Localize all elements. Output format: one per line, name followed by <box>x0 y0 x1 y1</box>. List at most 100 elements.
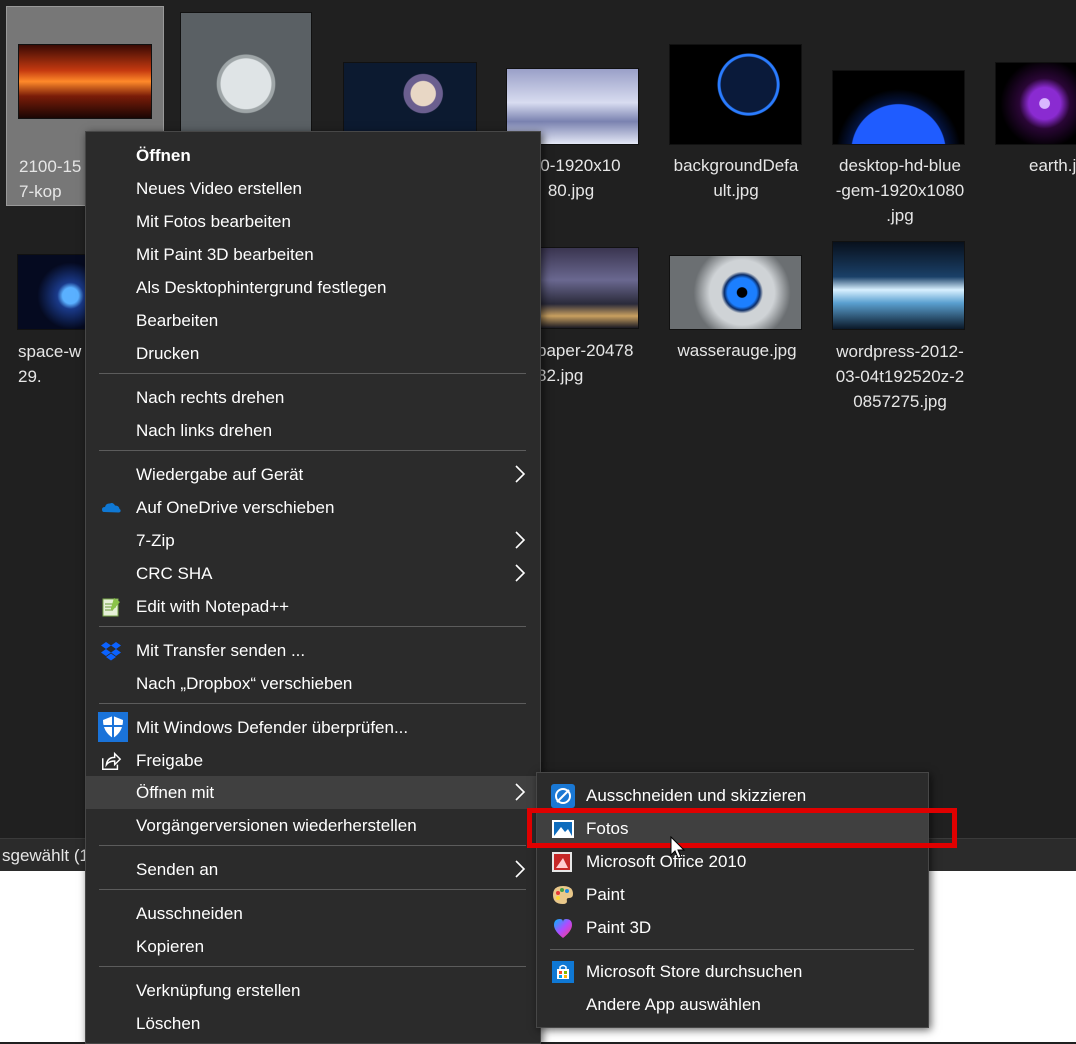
menu-item-label: Vorgängerversionen wiederherstellen <box>136 816 417 835</box>
menu-item-share[interactable]: Freigabe <box>86 744 540 777</box>
chevron-right-icon <box>515 465 526 483</box>
submenu-item-paint3d[interactable]: Paint 3D <box>537 911 928 944</box>
file-name: wasserauge.jpg <box>677 341 797 360</box>
file-name: wordpress-2012- 03-04t192520z-2 0857275.… <box>835 342 965 411</box>
menu-item-edit[interactable]: Bearbeiten <box>86 304 540 337</box>
menu-item-label: Wiedergabe auf Gerät <box>136 465 304 484</box>
menu-item-label: Drucken <box>136 344 200 363</box>
office-picture-manager-icon <box>552 852 572 872</box>
menu-item-new-video[interactable]: Neues Video erstellen <box>86 172 540 205</box>
menu-item-label: Ausschneiden <box>136 904 243 923</box>
submenu-item-label: Paint <box>586 885 625 904</box>
file-thumbnail <box>540 247 639 329</box>
menu-item-label: Bearbeiten <box>136 311 219 330</box>
submenu-item-label: Paint 3D <box>586 918 652 937</box>
file-thumbnail <box>832 70 965 145</box>
menu-item-label: Auf OneDrive verschieben <box>136 498 335 517</box>
context-menu: Öffnen Neues Video erstellen Mit Fotos b… <box>85 131 541 1044</box>
menu-item-label: Öffnen <box>136 146 191 165</box>
menu-item-label: Nach links drehen <box>136 421 273 440</box>
submenu-item-office-2010[interactable]: Microsoft Office 2010 <box>537 845 928 878</box>
menu-item-open-with[interactable]: Öffnen mit <box>86 776 540 809</box>
chevron-right-icon <box>515 860 526 878</box>
file-thumbnail <box>17 254 89 330</box>
file-tile[interactable]: paper-20478 82.jpg <box>537 247 690 392</box>
file-tile[interactable]: wasserauge.jpg <box>669 255 819 395</box>
menu-item-set-desktop-background[interactable]: Als Desktophintergrund festlegen <box>86 271 540 304</box>
menu-item-copy[interactable]: Kopieren <box>86 930 540 963</box>
menu-item-cast-to-device[interactable]: Wiedergabe auf Gerät <box>86 458 540 491</box>
menu-item-move-to-onedrive[interactable]: Auf OneDrive verschieben <box>86 491 540 524</box>
file-thumbnail <box>18 44 152 119</box>
defender-shield-icon <box>98 712 128 742</box>
menu-item-label: Mit Fotos bearbeiten <box>136 212 291 231</box>
submenu-item-paint[interactable]: Paint <box>537 878 928 911</box>
file-tile[interactable]: earth.j <box>995 62 1076 182</box>
dropbox-icon <box>101 642 121 661</box>
menu-item-label: Öffnen mit <box>136 783 215 802</box>
share-icon <box>102 751 122 770</box>
menu-item-label: Verknüpfung erstellen <box>136 981 301 1000</box>
chevron-right-icon <box>515 783 526 801</box>
file-thumbnail <box>669 255 802 330</box>
menu-item-rotate-left[interactable]: Nach links drehen <box>86 414 540 447</box>
menu-item-print[interactable]: Drucken <box>86 337 540 370</box>
menu-item-edit-with-paint3d[interactable]: Mit Paint 3D bearbeiten <box>86 238 540 271</box>
menu-item-delete[interactable]: Löschen <box>86 1007 540 1040</box>
file-thumbnail <box>669 44 802 145</box>
file-tile[interactable]: wordpress-2012- 03-04t192520z-2 0857275.… <box>832 241 982 416</box>
menu-item-edit-with-notepadpp[interactable]: Edit with Notepad++ <box>86 590 540 623</box>
menu-item-cut[interactable]: Ausschneiden <box>86 897 540 930</box>
onedrive-icon <box>102 503 121 513</box>
menu-item-create-shortcut[interactable]: Verknüpfung erstellen <box>86 974 540 1007</box>
file-tile[interactable]: desktop-hd-blue -gem-1920x1080 .jpg <box>832 70 982 230</box>
menu-item-label: Freigabe <box>136 751 204 770</box>
file-thumbnail <box>343 62 477 132</box>
menu-separator <box>99 889 526 890</box>
menu-item-label: Als Desktophintergrund festlegen <box>136 278 387 297</box>
menu-separator <box>99 703 526 704</box>
menu-item-label: Nach „Dropbox“ verschieben <box>136 674 353 693</box>
paint-palette-icon <box>553 886 573 904</box>
file-tile[interactable]: backgroundDefa ult.jpg <box>669 44 819 209</box>
chevron-right-icon <box>515 531 526 549</box>
menu-item-label: Mit Paint 3D bearbeiten <box>136 245 314 264</box>
submenu-item-label: Ausschneiden und skizzieren <box>586 786 807 805</box>
menu-item-crc-sha[interactable]: CRC SHA <box>86 557 540 590</box>
menu-item-7zip[interactable]: 7-Zip <box>86 524 540 557</box>
menu-separator <box>99 373 526 374</box>
annotation-highlight-box <box>527 808 957 848</box>
mouse-cursor-icon <box>670 836 686 859</box>
menu-separator <box>99 966 526 967</box>
menu-item-edit-with-photos[interactable]: Mit Fotos bearbeiten <box>86 205 540 238</box>
menu-item-label: Neues Video erstellen <box>136 179 303 198</box>
submenu-item-search-store[interactable]: Microsoft Store durchsuchen <box>537 955 928 988</box>
file-thumbnail <box>832 241 965 330</box>
paint3d-icon <box>554 919 572 938</box>
menu-separator <box>99 845 526 846</box>
menu-item-open[interactable]: Öffnen <box>86 139 540 172</box>
file-thumbnail <box>995 62 1076 145</box>
submenu-item-label: Microsoft Office 2010 <box>586 852 747 871</box>
menu-item-rotate-right[interactable]: Nach rechts drehen <box>86 381 540 414</box>
menu-item-scan-with-defender[interactable]: Mit Windows Defender überprüfen... <box>86 711 540 744</box>
menu-item-send-to[interactable]: Senden an <box>86 853 540 886</box>
menu-item-label: Mit Transfer senden ... <box>136 641 306 660</box>
file-tile[interactable] <box>343 62 493 132</box>
menu-item-label: Nach rechts drehen <box>136 388 285 407</box>
menu-item-restore-previous-versions[interactable]: Vorgängerversionen wiederherstellen <box>86 809 540 842</box>
menu-item-label: Mit Windows Defender überprüfen... <box>136 718 409 737</box>
store-icon <box>552 961 574 983</box>
file-name: space-w 29. <box>18 342 82 386</box>
menu-item-send-with-transfer[interactable]: Mit Transfer senden ... <box>86 634 540 667</box>
menu-item-label: Edit with Notepad++ <box>136 597 290 616</box>
snip-sketch-icon <box>551 784 575 808</box>
submenu-item-label: Microsoft Store durchsuchen <box>586 962 803 981</box>
submenu-item-choose-other-app[interactable]: Andere App auswählen <box>537 988 928 1021</box>
file-name: desktop-hd-blue -gem-1920x1080 .jpg <box>835 156 965 225</box>
chevron-right-icon <box>515 564 526 582</box>
menu-separator <box>550 949 914 950</box>
submenu-item-label: Andere App auswählen <box>586 995 761 1014</box>
file-tile[interactable] <box>180 12 330 132</box>
menu-item-move-to-dropbox[interactable]: Nach „Dropbox“ verschieben <box>86 667 540 700</box>
